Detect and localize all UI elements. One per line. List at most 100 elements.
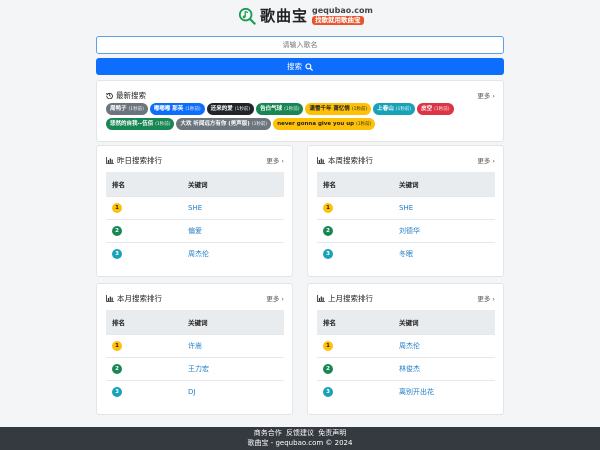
ranking-title-text: 本周搜索排行: [328, 156, 373, 165]
rank-cell: 2: [106, 356, 188, 380]
latest-search-title-text: 最新搜索: [116, 91, 146, 100]
column-header-rank: 排名: [317, 172, 399, 196]
footer-link-business[interactable]: 商务合作: [254, 429, 282, 437]
search-tag[interactable]: 大欢 听闻远方有你 (男声版) (1秒前): [176, 118, 272, 130]
rank-cell: 3: [106, 241, 188, 265]
search-button[interactable]: 搜索: [96, 58, 504, 75]
ranking-card-yesterday: 昨日搜索排行 更多 › 排名 关键词 1 SHE 2 偏爱 3 周杰伦: [96, 145, 293, 277]
footer-link-feedback[interactable]: 反馈建议: [286, 429, 314, 437]
table-row: 2 偏爱: [106, 218, 284, 242]
search-tag[interactable]: 告白气球 (1秒前): [256, 103, 304, 115]
search-tag[interactable]: 潇雪千年 萧忆情 (1秒前): [305, 103, 372, 115]
site-header: 歌曲宝 gequbao.com 找歌就用歌曲宝: [0, 0, 600, 30]
logo[interactable]: 歌曲宝 gequbao.com 找歌就用歌曲宝: [238, 5, 373, 26]
search-tag[interactable]: 还来的爱 (1秒前): [206, 103, 255, 115]
rank-badge: 1: [112, 202, 122, 213]
ranking-title: 本周搜索排行: [317, 155, 373, 166]
search-tag[interactable]: 悲然的自我--伍佰 (1秒前): [106, 118, 175, 130]
keyword-link[interactable]: 周杰伦: [188, 241, 284, 265]
keyword-link[interactable]: 林俊杰: [399, 356, 495, 380]
keyword-link[interactable]: SHE: [188, 195, 284, 219]
latest-more-label: 更多: [477, 92, 491, 100]
column-header-keyword: 关键词: [399, 172, 495, 196]
ranking-more-link[interactable]: 更多 ›: [477, 293, 495, 303]
search-tag-time: (1秒前): [434, 107, 450, 112]
keyword-link[interactable]: SHE: [399, 195, 495, 219]
search-tag-name: 悲然的自我--伍佰: [110, 121, 154, 127]
search-icon: [305, 62, 313, 71]
rank-badge: 2: [112, 225, 122, 236]
rank-badge: 3: [112, 386, 122, 397]
search-tag-time: (1秒前): [251, 122, 268, 127]
search-tag-name: 周鸭子: [110, 106, 127, 112]
footer-link-disclaimer[interactable]: 免责声明: [318, 429, 346, 437]
column-header-rank: 排名: [317, 310, 399, 334]
column-header-keyword: 关键词: [188, 172, 284, 196]
footer-links: 商务合作 反馈建议 免责声明: [0, 428, 600, 438]
table-row: 2 林俊杰: [317, 356, 495, 380]
rank-badge: 3: [323, 248, 333, 259]
ranking-more-label: 更多: [266, 157, 280, 165]
column-header-rank: 排名: [106, 172, 188, 196]
bar-chart-icon: [106, 295, 114, 302]
ranking-more-link[interactable]: 更多 ›: [477, 155, 495, 165]
rank-cell: 1: [106, 195, 188, 219]
footer-copyright: 歌曲宝 - gequbao.com © 2024: [247, 439, 353, 447]
rank-badge: 2: [112, 363, 122, 374]
search-tag-name: never gonna give you up: [277, 121, 355, 127]
site-footer: 商务合作 反馈建议 免责声明 歌曲宝 - gequbao.com © 2024: [0, 427, 600, 450]
ranking-header-row: 排名 关键词: [106, 310, 284, 334]
keyword-link[interactable]: 离别开出花: [399, 379, 495, 403]
ranking-more-link[interactable]: 更多 ›: [266, 155, 284, 165]
search-tag[interactable]: 皮空 (1秒前): [417, 103, 454, 115]
chevron-right-icon: ›: [281, 157, 284, 165]
search-tag[interactable]: never gonna give you up (1秒前): [273, 118, 376, 130]
rank-cell: 2: [317, 356, 399, 380]
music-search-icon: [238, 7, 256, 25]
logo-text: 歌曲宝: [260, 7, 309, 25]
rank-badge: 1: [323, 340, 333, 351]
keyword-link[interactable]: 王力宏: [188, 356, 284, 380]
ranking-more-link[interactable]: 更多 ›: [266, 293, 284, 303]
rank-cell: 2: [106, 218, 188, 242]
rank-badge: 1: [112, 340, 122, 351]
ranking-table: 排名 关键词 1 周杰伦 2 林俊杰 3 离别开出花: [317, 310, 495, 403]
latest-search-title: 最新搜索: [106, 90, 146, 101]
keyword-link[interactable]: 周杰伦: [399, 333, 495, 357]
keyword-link[interactable]: 许嵩: [188, 333, 284, 357]
search-tag[interactable]: 上春山 (1秒前): [373, 103, 416, 115]
ranking-title: 昨日搜索排行: [106, 155, 162, 166]
search-tag[interactable]: 嘟嘟嘟 那英 (1秒前): [149, 103, 205, 115]
search-tag-time: (1秒前): [155, 122, 171, 127]
ranking-title-text: 昨日搜索排行: [117, 156, 162, 165]
ranking-header-row: 排名 关键词: [317, 172, 495, 196]
ranking-title-text: 上月搜索排行: [328, 294, 373, 303]
table-row: 1 SHE: [317, 195, 495, 219]
chevron-right-icon: ›: [492, 92, 495, 100]
rank-badge: 2: [323, 225, 333, 236]
ranking-more-label: 更多: [477, 295, 491, 303]
column-header-keyword: 关键词: [188, 310, 284, 334]
keyword-link[interactable]: 刘德华: [399, 218, 495, 242]
rank-cell: 3: [106, 379, 188, 403]
ranking-more-label: 更多: [477, 157, 491, 165]
ranking-table: 排名 关键词 1 SHE 2 偏爱 3 周杰伦: [106, 172, 284, 265]
search-tag[interactable]: 周鸭子 (1秒前): [106, 103, 148, 115]
search-input[interactable]: [96, 36, 504, 54]
latest-more-link[interactable]: 更多 ›: [477, 90, 495, 100]
table-row: 2 刘德华: [317, 218, 495, 242]
keyword-link[interactable]: DJ: [188, 379, 284, 403]
table-row: 1 SHE: [106, 195, 284, 219]
ranking-title-text: 本月搜索排行: [117, 294, 162, 303]
search-tag-name: 上春山: [377, 106, 394, 112]
ranking-card-week: 本周搜索排行 更多 › 排名 关键词 1 SHE 2 刘德华 3 冬眠: [307, 145, 504, 277]
table-row: 1 周杰伦: [317, 333, 495, 357]
column-header-rank: 排名: [106, 310, 188, 334]
rank-cell: 1: [317, 195, 399, 219]
keyword-link[interactable]: 偏爱: [188, 218, 284, 242]
ranking-header-row: 排名 关键词: [106, 172, 284, 196]
rank-cell: 1: [317, 333, 399, 357]
chevron-right-icon: ›: [492, 295, 495, 303]
ranking-card-last-month: 上月搜索排行 更多 › 排名 关键词 1 周杰伦 2 林俊杰 3 离别开出花: [307, 283, 504, 415]
keyword-link[interactable]: 冬眠: [399, 241, 495, 265]
